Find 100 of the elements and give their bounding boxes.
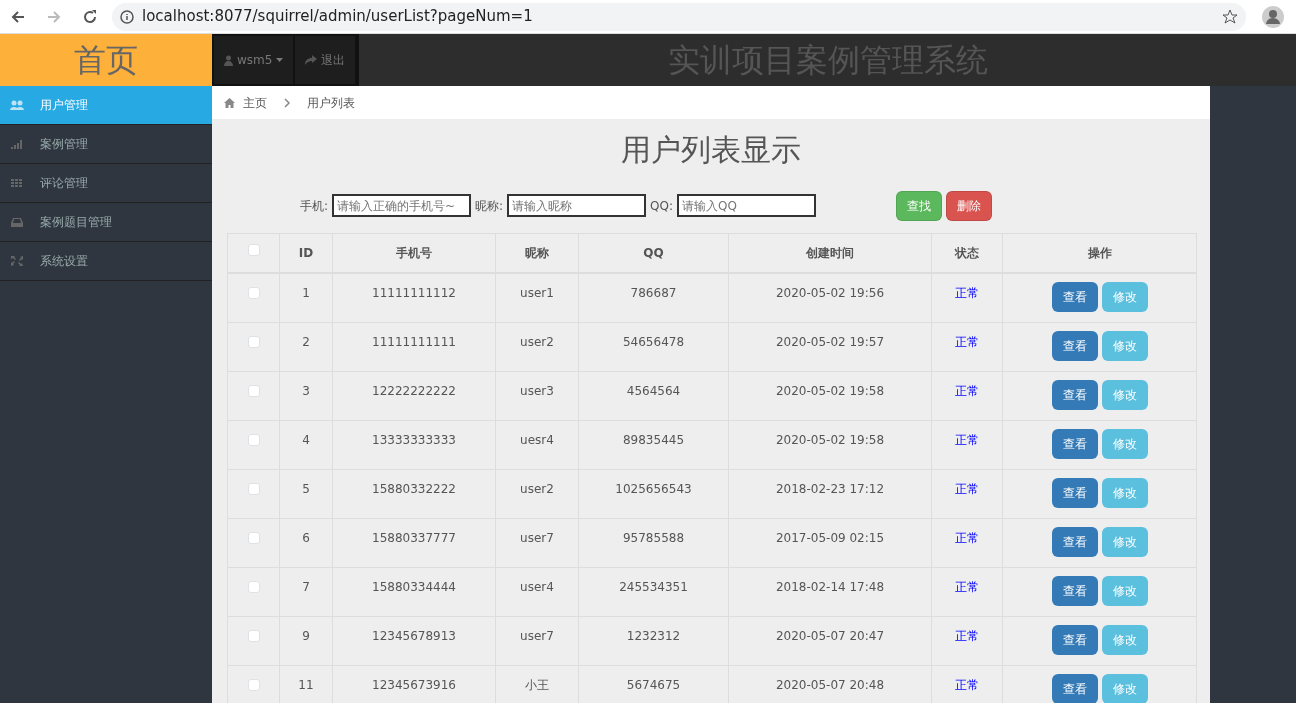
input-field[interactable]: 请输入昵称	[507, 194, 647, 217]
view-button[interactable]: 查看	[1051, 527, 1098, 557]
table-cell: uesr4	[495, 420, 579, 470]
status-text: 正常	[931, 469, 1003, 519]
user-menu-button[interactable]: wsm5	[214, 36, 296, 84]
column-header: 操作	[1002, 233, 1197, 273]
status-text: 正常	[931, 567, 1003, 617]
table-cell: 11111111112	[332, 273, 496, 323]
table-cell: 7	[279, 567, 333, 617]
expand-arrows-icon	[10, 255, 24, 267]
table-cell: user3	[495, 371, 579, 421]
table-cell: 15880334444	[332, 567, 496, 617]
table-cell: user2	[495, 322, 579, 372]
grid-icon	[10, 177, 24, 189]
row-checkbox[interactable]	[247, 434, 260, 446]
table-cell: user7	[495, 616, 579, 666]
home-logo[interactable]: 首页	[0, 34, 212, 86]
share-arrow-icon	[305, 55, 318, 65]
input-field[interactable]: 请输入QQ	[677, 194, 817, 217]
view-button[interactable]: 查看	[1051, 429, 1098, 459]
status-text: 正常	[931, 420, 1003, 470]
column-header: QQ	[578, 233, 729, 273]
table-cell: 4564564	[578, 371, 729, 421]
table-cell: 1	[279, 273, 333, 323]
view-button[interactable]: 查看	[1051, 282, 1098, 312]
table-cell: 1025656543	[578, 469, 729, 519]
table-cell: 9	[279, 616, 333, 666]
table-cell: 11111111111	[332, 322, 496, 372]
logout-button[interactable]: 退出	[295, 36, 358, 84]
info-icon	[120, 9, 134, 24]
profile-icon[interactable]	[1262, 5, 1284, 28]
table-cell: 2020-05-02 19:58	[728, 420, 932, 470]
table-cell: 245534351	[578, 567, 729, 617]
table-cell: user4	[495, 567, 579, 617]
table-cell: 786687	[578, 273, 729, 323]
table-cell: 13333333333	[332, 420, 496, 470]
caret-icon	[276, 58, 284, 62]
view-button[interactable]: 查看	[1051, 576, 1098, 606]
table-cell: 2017-05-09 02:15	[728, 518, 932, 568]
row-checkbox[interactable]	[247, 385, 260, 397]
table-cell: 15880337777	[332, 518, 496, 568]
table-cell: 12345678913	[332, 616, 496, 666]
table-cell: 2020-05-02 19:56	[728, 273, 932, 323]
table-cell: user2	[495, 469, 579, 519]
table-cell: 2018-02-14 17:48	[728, 567, 932, 617]
tray-icon	[10, 216, 24, 228]
row-checkbox[interactable]	[247, 483, 260, 495]
filter-label: 昵称:	[475, 197, 504, 215]
table-cell: 1232312	[578, 616, 729, 666]
column-header: 手机号	[332, 233, 496, 273]
address-bar[interactable]: localhost:8077/squirrel/admin/userList?pageNum=1	[112, 2, 1246, 31]
view-button[interactable]: 查看	[1051, 478, 1098, 508]
search-button[interactable]: 查找	[896, 190, 943, 221]
breadcrumb-link[interactable]: 主页	[243, 93, 267, 112]
table-cell: 3	[279, 371, 333, 421]
table-cell: 4	[279, 420, 333, 470]
page-title: 用户列表显示	[621, 132, 801, 167]
table-cell: 89835445	[578, 420, 729, 470]
table-cell: 54656478	[578, 322, 729, 372]
table-cell: 95785588	[578, 518, 729, 568]
row-checkbox[interactable]	[247, 679, 260, 691]
filter-label: QQ:	[650, 197, 674, 215]
row-checkbox[interactable]	[247, 581, 260, 593]
people-icon	[10, 99, 24, 111]
select-all-checkbox[interactable]	[247, 244, 260, 256]
status-text: 正常	[931, 518, 1003, 568]
row-checkbox[interactable]	[247, 532, 260, 544]
table-cell: user7	[495, 518, 579, 568]
row-checkbox[interactable]	[247, 287, 260, 299]
sidebar-item[interactable]: 用户管理	[0, 86, 212, 125]
breadcrumb-current: 用户列表	[307, 94, 355, 112]
url-text: localhost:8077/squirrel/admin/userList?pageNum=1	[142, 6, 533, 28]
home-icon	[224, 97, 235, 108]
table-cell: 6	[279, 518, 333, 568]
status-text: 正常	[931, 616, 1003, 666]
table-cell: 2020-05-02 19:58	[728, 371, 932, 421]
column-header: 创建时间	[728, 233, 932, 273]
table-cell: 2	[279, 322, 333, 372]
status-text: 正常	[931, 322, 1003, 372]
table-cell: 2020-05-02 19:57	[728, 322, 932, 372]
view-button[interactable]: 查看	[1051, 331, 1098, 361]
table-cell: 15880332222	[332, 469, 496, 519]
table-cell: 2020-05-07 20:47	[728, 616, 932, 666]
status-text: 正常	[931, 273, 1003, 323]
view-button[interactable]: 查看	[1051, 674, 1098, 703]
row-checkbox[interactable]	[247, 630, 260, 642]
view-button[interactable]: 查看	[1051, 380, 1098, 410]
delete-button[interactable]: 删除	[946, 190, 993, 221]
table-cell: 2018-02-23 17:12	[728, 469, 932, 519]
column-header: 状态	[931, 233, 1003, 273]
table-cell: 12222222222	[332, 371, 496, 421]
view-button[interactable]: 查看	[1051, 625, 1098, 655]
status-text: 正常	[931, 371, 1003, 421]
column-header: ID	[279, 233, 333, 273]
chevron-icon	[283, 97, 291, 108]
row-checkbox[interactable]	[247, 336, 260, 348]
person-icon	[224, 54, 233, 66]
signal-bars-icon	[10, 138, 24, 150]
input-field[interactable]: 请输入正确的手机号~	[332, 194, 472, 217]
filter-label: 手机:	[300, 197, 329, 215]
